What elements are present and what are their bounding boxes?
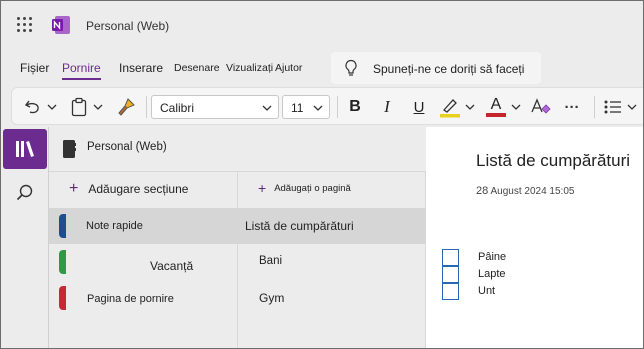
page-item[interactable]: Listă de cumpărături — [238, 208, 426, 244]
section-label: Pagina de pornire — [87, 293, 174, 305]
tab-home[interactable]: Pornire — [62, 61, 101, 80]
font-color-swatch — [486, 113, 506, 117]
add-page-label: Adăugați o pagină — [274, 182, 351, 194]
todo-label: Unt — [478, 285, 496, 297]
page-title[interactable]: Listă de cumpărături — [476, 151, 630, 171]
ribbon-toolbar: Calibri 11 B I U A ··· — [11, 87, 643, 125]
todo-checkbox[interactable] — [442, 283, 459, 300]
page-label: Gym — [259, 291, 285, 305]
chevron-down-icon — [93, 104, 103, 110]
section-color-tab — [59, 286, 66, 310]
navigation-rail — [1, 127, 49, 348]
todo-label: Pâine — [478, 251, 507, 263]
font-color-letter: A — [490, 96, 502, 114]
todo-checkbox[interactable] — [442, 266, 459, 283]
bullets-button[interactable] — [602, 96, 624, 118]
page-item[interactable]: Gym — [238, 280, 426, 316]
add-section-button[interactable]: + Adăugare secțiune — [69, 180, 189, 197]
notebooks-button[interactable] — [3, 129, 47, 169]
todo-item[interactable]: Unt — [442, 283, 642, 300]
todo-label: Lapte — [478, 268, 506, 280]
undo-icon — [24, 100, 39, 114]
ribbon-divider — [337, 96, 338, 118]
clipboard-icon — [71, 97, 87, 117]
ribbon-divider — [594, 96, 595, 118]
page-canvas[interactable]: Listă de cumpărături 28 August 2024 15:0… — [427, 127, 643, 348]
sections-pane: + Adăugare secțiune Note rapide Vacanță … — [49, 172, 238, 348]
add-section-label: Adăugare secțiune — [88, 182, 189, 196]
todo-item[interactable]: Lapte — [442, 266, 642, 283]
section-label: Vacanță — [150, 259, 194, 273]
section-color-tab — [59, 250, 66, 274]
bold-button[interactable]: B — [344, 96, 366, 118]
underline-button[interactable]: U — [408, 96, 430, 118]
tab-file[interactable]: Fișier — [20, 61, 49, 75]
format-painter-icon — [118, 98, 135, 116]
plus-icon: + — [69, 180, 79, 197]
chevron-down-icon — [47, 104, 57, 110]
font-color-button[interactable]: A — [484, 96, 508, 118]
notebook-title: Personal (Web) — [87, 141, 167, 153]
page-item[interactable]: Bani — [238, 244, 426, 280]
font-color-dropdown[interactable] — [510, 96, 522, 118]
highlight-button[interactable] — [437, 96, 463, 118]
tab-help[interactable]: Ajutor — [275, 62, 302, 74]
font-name-value: Calibri — [160, 101, 195, 115]
chevron-down-icon — [511, 104, 521, 110]
page-date-rest: August 2024 15:05 — [490, 186, 575, 197]
highlight-dropdown[interactable] — [464, 96, 476, 118]
tab-draw[interactable]: Desenare — [174, 62, 220, 74]
search-icon[interactable] — [15, 183, 35, 203]
page-date: 28 August 2024 15:05 — [476, 185, 574, 197]
chevron-down-icon — [313, 105, 323, 111]
app-title: Personal (Web) — [86, 19, 170, 33]
font-size-dropdown[interactable]: 11 — [282, 95, 330, 119]
section-item[interactable]: Vacanță — [49, 244, 238, 280]
todo-item[interactable]: Pâine — [442, 249, 642, 266]
section-item[interactable]: Pagina de pornire — [49, 280, 238, 316]
clear-formatting-button[interactable] — [528, 96, 552, 118]
paste-button[interactable] — [68, 96, 90, 118]
add-page-button[interactable]: + Adăugați o pagină — [258, 180, 351, 196]
notebook-header[interactable]: Personal (Web) — [49, 127, 426, 172]
chevron-down-icon — [262, 105, 272, 111]
section-item[interactable]: Note rapide — [49, 208, 238, 244]
italic-button[interactable]: I — [376, 96, 398, 118]
page-label: Listă de cumpărături — [245, 219, 354, 233]
tell-me-placeholder: Spuneți-ne ce doriți să faceți — [373, 62, 525, 76]
undo-button[interactable] — [22, 96, 44, 118]
tab-insert[interactable]: Inserare — [119, 61, 163, 75]
more-options-button[interactable]: ··· — [560, 96, 584, 118]
onenote-window: Personal (Web) Fișier Pornire Inserare D… — [0, 0, 644, 349]
notebooks-icon — [16, 141, 34, 157]
plus-icon: + — [258, 180, 267, 196]
paste-dropdown[interactable] — [92, 96, 104, 118]
font-size-value: 11 — [291, 101, 304, 115]
tell-me-search[interactable]: Spuneți-ne ce doriți să faceți — [331, 52, 541, 84]
ribbon: Calibri 11 B I U A ··· — [1, 85, 643, 127]
highlighter-icon — [440, 99, 460, 118]
chevron-down-icon — [627, 104, 637, 110]
menu-bar: Fișier Pornire Inserare Desenare Vizuali… — [1, 53, 643, 85]
page-date-day: 28 — [476, 185, 489, 197]
chevron-down-icon — [465, 104, 475, 110]
todo-checkbox[interactable] — [442, 249, 459, 266]
undo-dropdown[interactable] — [46, 96, 58, 118]
section-label: Note rapide — [86, 220, 143, 232]
format-painter-button[interactable] — [114, 96, 138, 118]
onenote-logo-icon — [52, 16, 70, 34]
ribbon-divider — [146, 96, 147, 118]
section-color-tab — [59, 214, 66, 238]
tab-view[interactable]: Vizualizați — [226, 62, 273, 74]
page-label: Bani — [259, 255, 283, 267]
font-name-dropdown[interactable]: Calibri — [151, 95, 279, 119]
pages-pane: + Adăugați o pagină Listă de cumpărături… — [238, 172, 426, 348]
bullet-list-icon — [604, 100, 621, 114]
notebook-icon — [63, 140, 76, 158]
title-bar: Personal (Web) — [1, 1, 643, 53]
app-launcher-icon[interactable] — [17, 17, 33, 33]
clear-formatting-icon — [531, 98, 551, 114]
bullets-dropdown[interactable] — [626, 96, 638, 118]
lightbulb-icon — [345, 59, 357, 76]
